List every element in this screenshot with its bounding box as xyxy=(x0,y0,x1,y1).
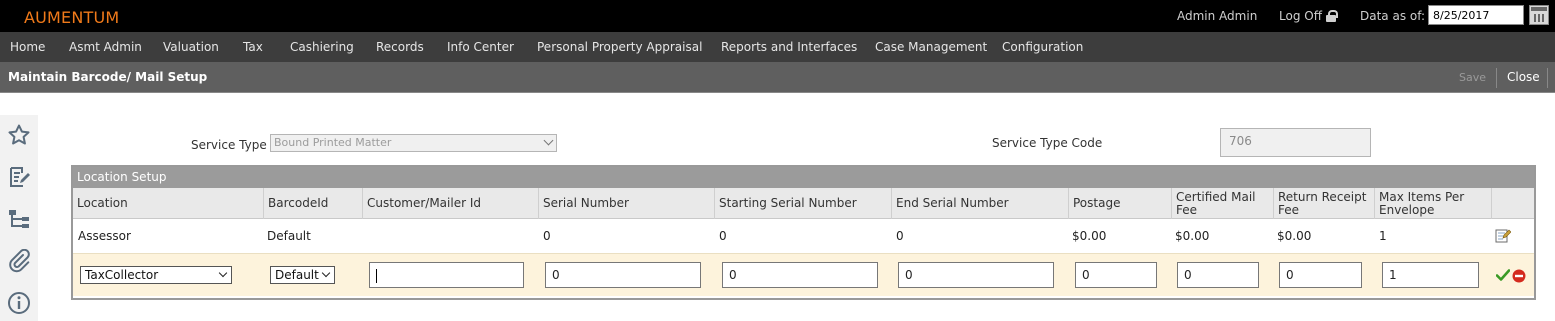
nav-item-tax[interactable]: Tax xyxy=(243,40,263,54)
cell-return-receipt-fee: $0.00 xyxy=(1277,229,1312,243)
logoff-label: Log Off xyxy=(1279,9,1322,23)
column-header-location[interactable]: Location xyxy=(73,188,263,219)
text-caret xyxy=(376,268,377,283)
left-rail xyxy=(0,115,38,321)
cell-starting-serial-number: 0 xyxy=(719,229,727,243)
chevron-down-icon xyxy=(218,268,228,278)
lock-icon xyxy=(1325,10,1338,22)
page-title: Maintain Barcode/ Mail Setup xyxy=(8,70,208,84)
nav-item-cashiering[interactable]: Cashiering xyxy=(290,40,354,54)
cell-serial-number: 0 xyxy=(543,229,551,243)
chevron-down-icon xyxy=(543,135,554,146)
nav-item-reports-and-interfaces[interactable]: Reports and Interfaces xyxy=(721,40,857,54)
column-header-serial-number[interactable]: Serial Number xyxy=(538,188,714,219)
column-header-starting-serial-number[interactable]: Starting Serial Number xyxy=(714,188,891,219)
nav-item-info-center[interactable]: Info Center xyxy=(447,40,514,54)
close-button[interactable]: Close xyxy=(1507,70,1540,84)
starting-serial-number-input[interactable]: 0 xyxy=(722,262,878,288)
logoff-link[interactable]: Log Off xyxy=(1279,9,1338,23)
nav-item-case-management[interactable]: Case Management xyxy=(875,40,987,54)
hierarchy-icon[interactable] xyxy=(7,207,31,231)
column-header-actions xyxy=(1491,188,1536,219)
max-items-input[interactable]: 1 xyxy=(1382,262,1479,288)
save-button[interactable]: Save xyxy=(1459,71,1486,84)
column-header-certified-mail-fee[interactable]: Certified Mail Fee xyxy=(1171,188,1273,219)
nav-item-configuration[interactable]: Configuration xyxy=(1002,40,1083,54)
service-type-code-label: Service Type Code xyxy=(992,136,1103,150)
chevron-down-icon xyxy=(321,268,331,278)
barcode-id-select[interactable]: Default xyxy=(270,266,335,284)
return-receipt-fee-input[interactable]: 0 xyxy=(1279,262,1362,288)
nav-item-records[interactable]: Records xyxy=(376,40,424,54)
nav-item-home[interactable]: Home xyxy=(10,40,45,54)
column-header-postage[interactable]: Postage xyxy=(1068,188,1171,219)
cell-location: Assessor xyxy=(78,229,131,243)
location-select-value: TaxCollector xyxy=(85,268,159,282)
column-header-barcode-id[interactable]: BarcodeId xyxy=(263,188,362,219)
nav-item-asmt-admin[interactable]: Asmt Admin xyxy=(69,40,142,54)
nav-item-personal-property-appraisal[interactable]: Personal Property Appraisal xyxy=(537,40,702,54)
location-select[interactable]: TaxCollector xyxy=(80,266,232,284)
top-bar: AUMENTUM Admin Admin Log Off Data as of: xyxy=(0,0,1555,32)
location-setup-grid: Location Setup Location BarcodeId Custom… xyxy=(71,165,1536,300)
edit-document-icon[interactable] xyxy=(7,165,31,189)
customer-mailer-id-input[interactable] xyxy=(369,262,524,288)
service-type-select: Bound Printed Matter xyxy=(270,134,557,152)
calendar-icon[interactable] xyxy=(1529,5,1549,25)
edit-icon[interactable] xyxy=(1495,227,1512,246)
confirm-checkmark-icon[interactable] xyxy=(1495,269,1511,284)
serial-number-input[interactable]: 0 xyxy=(545,262,701,288)
page-header: Maintain Barcode/ Mail Setup Save Close xyxy=(0,62,1555,93)
divider xyxy=(1496,68,1497,88)
edit-row: TaxCollector Default 0 0 0 0 0 0 1 xyxy=(73,253,1534,296)
cell-barcode-id: Default xyxy=(267,229,311,243)
info-icon[interactable] xyxy=(7,291,31,315)
postage-input[interactable]: 0 xyxy=(1075,262,1157,288)
certified-mail-fee-input[interactable]: 0 xyxy=(1177,262,1259,288)
barcode-id-select-value: Default xyxy=(275,268,319,282)
app-logo[interactable]: AUMENTUM xyxy=(24,8,119,27)
divider xyxy=(1547,68,1548,88)
column-header-customer-mailer-id[interactable]: Customer/Mailer Id xyxy=(362,188,538,219)
grid-header: Location BarcodeId Customer/Mailer Id Se… xyxy=(73,188,1534,219)
data-as-of-label: Data as of: xyxy=(1360,9,1426,23)
column-header-end-serial-number[interactable]: End Serial Number xyxy=(891,188,1068,219)
cell-max-items: 1 xyxy=(1379,229,1387,243)
service-type-label: Service Type xyxy=(191,138,267,152)
data-as-of-input[interactable] xyxy=(1428,5,1524,25)
paperclip-icon[interactable] xyxy=(7,249,31,273)
nav-item-valuation[interactable]: Valuation xyxy=(163,40,219,54)
grid-title: Location Setup xyxy=(73,167,1534,188)
cancel-icon[interactable] xyxy=(1512,269,1526,286)
main-nav: Home Asmt Admin Valuation Tax Cashiering… xyxy=(0,32,1555,62)
cell-postage: $0.00 xyxy=(1072,229,1107,243)
service-type-code-field: 706 xyxy=(1220,128,1371,157)
star-icon[interactable] xyxy=(7,123,31,147)
column-header-max-items-per-envelope[interactable]: Max Items Per Envelope xyxy=(1374,188,1491,219)
end-serial-number-input[interactable]: 0 xyxy=(898,262,1054,288)
column-header-return-receipt-fee[interactable]: Return Receipt Fee xyxy=(1273,188,1374,219)
user-name[interactable]: Admin Admin xyxy=(1177,9,1257,23)
service-type-value: Bound Printed Matter xyxy=(274,136,392,149)
cell-end-serial-number: 0 xyxy=(896,229,904,243)
cell-certified-mail-fee: $0.00 xyxy=(1175,229,1210,243)
table-row[interactable]: Assessor Default 0 0 0 $0.00 $0.00 $0.00… xyxy=(73,219,1534,253)
